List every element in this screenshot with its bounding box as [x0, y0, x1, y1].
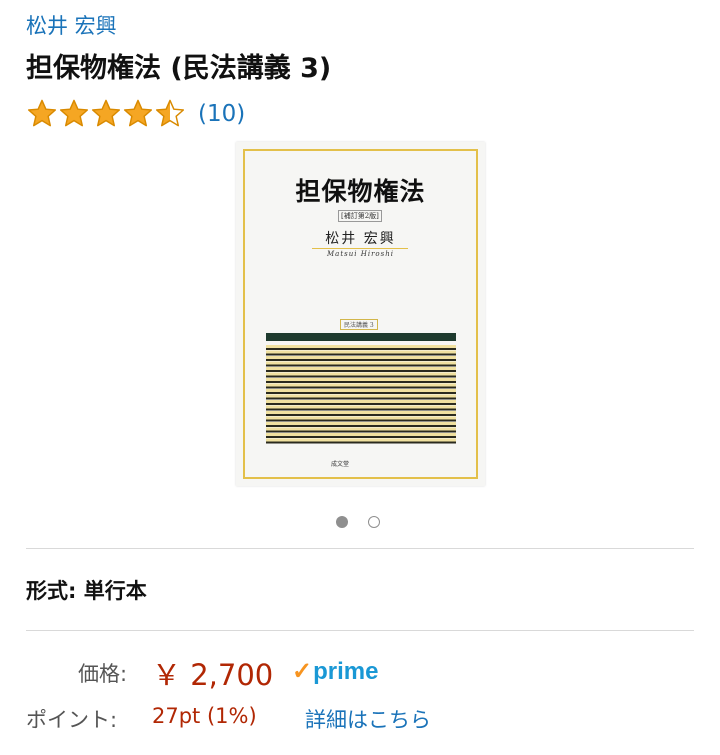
cover-stripe: [266, 405, 456, 409]
cover-stripe: [266, 416, 456, 420]
cover-stripe: [266, 400, 456, 403]
cover-stripe: [266, 419, 456, 422]
cover-stripe: [266, 378, 456, 381]
cover-stripe: [266, 350, 456, 354]
points-value: 27pt (1%): [152, 704, 257, 728]
cover-stripe: [266, 394, 456, 398]
cover-stripe: [266, 383, 456, 387]
cover-stripes: [266, 333, 456, 444]
cover-stripe: [266, 364, 456, 367]
cover-stripe: [266, 386, 456, 389]
cover-stripe: [266, 422, 456, 425]
product-image[interactable]: 担保物権法 [補訂第2版] 松井 宏興 Matsui Hiroshi 民法講義 …: [236, 142, 485, 486]
cover-stripe: [266, 345, 456, 348]
cover-stripe: [266, 348, 456, 350]
cover-stripe: [266, 392, 456, 394]
cover-stripe: [266, 353, 456, 356]
cover-stripe: [266, 370, 456, 372]
cover-stripe: [266, 403, 456, 405]
price-value: ￥ 2,700: [152, 658, 274, 692]
points-label: ポイント:: [26, 708, 118, 732]
cover-stripe: [266, 359, 456, 361]
cover-stripe: [266, 397, 456, 400]
cover-stripe: [266, 430, 456, 433]
cover-author-en: Matsui Hiroshi: [327, 250, 394, 258]
rating-row[interactable]: (10): [26, 98, 245, 130]
cover-edition: [補訂第2版]: [338, 210, 382, 222]
cover-stripe: [266, 333, 456, 341]
cover-stripe: [266, 438, 456, 442]
format-label: 形式: 単行本: [26, 579, 147, 603]
cover-stripe: [266, 375, 456, 378]
divider: [26, 630, 694, 631]
cover-author-rule: [312, 248, 408, 249]
cover-stripe: [266, 436, 456, 438]
product-title: 担保物権法 (民法講義 3): [26, 53, 332, 84]
cover-stripe: [266, 361, 456, 365]
star-full-icon: [91, 99, 121, 127]
cover-stripe: [266, 427, 456, 431]
star-full-icon: [27, 99, 57, 127]
author-link[interactable]: 松井 宏興: [26, 10, 117, 40]
carousel-dot-active[interactable]: [336, 516, 348, 528]
star-full-icon: [59, 99, 89, 127]
cover-author: 松井 宏興: [325, 231, 396, 247]
prime-text: prime: [313, 658, 379, 685]
star-rating[interactable]: [26, 98, 186, 130]
points-details-link[interactable]: 詳細はこちら: [305, 704, 431, 734]
divider: [26, 548, 694, 549]
cover-stripe: [266, 356, 456, 359]
review-count-link[interactable]: (10): [198, 101, 245, 127]
cover-stripe: [266, 441, 456, 444]
prime-badge: ✓prime: [292, 657, 378, 686]
carousel-indicator: [336, 516, 400, 528]
cover-title: 担保物権法: [295, 177, 426, 206]
cover-stripe: [266, 389, 456, 392]
points-row: ポイント: 27pt (1%) 詳細はこちら: [0, 702, 720, 736]
price-label: 価格:: [78, 662, 128, 686]
cover-series-label: 民法講義 3: [340, 319, 378, 330]
star-half-icon: [155, 99, 185, 127]
carousel-dot[interactable]: [368, 516, 380, 528]
cover-publisher: 成文堂: [331, 461, 350, 468]
cover-stripe: [266, 381, 456, 383]
cover-stripe: [266, 414, 456, 416]
star-full-icon: [123, 99, 153, 127]
cover-stripe: [266, 411, 456, 414]
prime-check-icon: ✓: [292, 658, 313, 685]
cover-stripe: [266, 367, 456, 370]
cover-stripe: [266, 433, 456, 436]
price-row: 価格: ￥ 2,700 ✓prime: [0, 652, 720, 692]
cover-stripe: [266, 425, 456, 427]
cover-stripe: [266, 408, 456, 411]
cover-stripe: [266, 372, 456, 376]
